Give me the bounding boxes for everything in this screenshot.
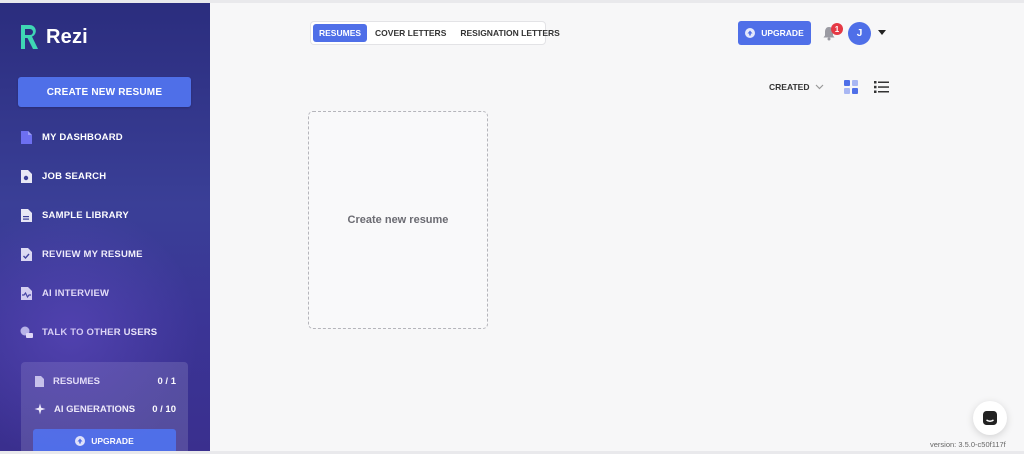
sidebar-item-talk-to-other-users[interactable]: TALK TO OTHER USERS <box>0 313 210 352</box>
review-icon <box>21 248 32 261</box>
logo[interactable]: Rezi <box>18 22 88 52</box>
usage-resumes-label: RESUMES <box>53 375 100 387</box>
sidebar: Rezi CREATE NEW RESUME MY DASHBOARD JOB … <box>0 3 210 451</box>
create-new-resume-card-label: Create new resume <box>347 214 449 226</box>
library-icon <box>21 209 32 222</box>
header-upgrade-button[interactable]: UPGRADE <box>738 21 811 45</box>
document-type-tabs: RESUMES COVER LETTERS RESIGNATION LETTER… <box>310 21 560 45</box>
create-new-resume-card[interactable]: Create new resume <box>308 111 488 329</box>
list-view-icon[interactable] <box>874 80 889 94</box>
usage-resumes: RESUMES 0 / 1 <box>21 371 188 391</box>
version-label: version: 3.5.0-c50f117f <box>930 440 1006 449</box>
chat-icon <box>983 411 997 425</box>
header-upgrade-label: UPGRADE <box>761 28 804 38</box>
job-search-icon <box>21 170 32 183</box>
sidebar-item-label: AI INTERVIEW <box>42 288 110 299</box>
usage-resumes-count: 0 / 1 <box>157 375 177 387</box>
document-icon <box>35 375 44 387</box>
sort-label: CREATED <box>769 82 810 92</box>
sidebar-item-label: MY DASHBOARD <box>42 132 123 143</box>
sidebar-upgrade-button[interactable]: UPGRADE <box>33 429 176 451</box>
sidebar-item-label: REVIEW MY RESUME <box>42 249 143 260</box>
tab-cover-letters[interactable]: COVER LETTERS <box>369 24 452 42</box>
sidebar-upgrade-label: UPGRADE <box>91 436 134 446</box>
chevron-down-icon[interactable] <box>878 30 886 35</box>
brand-name: Rezi <box>46 25 88 48</box>
sidebar-item-ai-interview[interactable]: AI INTERVIEW <box>0 274 210 313</box>
ai-interview-icon <box>21 287 32 300</box>
usage-ai-count: 0 / 10 <box>152 403 176 415</box>
sidebar-item-label: JOB SEARCH <box>42 171 107 182</box>
usage-ai-generations: AI GENERATIONS 0 / 10 <box>21 399 188 419</box>
rezi-logo-icon <box>21 25 38 49</box>
sparkle-icon <box>34 403 46 415</box>
usage-ai-label: AI GENERATIONS <box>54 403 136 415</box>
sidebar-nav: MY DASHBOARD JOB SEARCH SAMPLE LIBRARY R… <box>0 118 210 352</box>
sort-dropdown[interactable]: CREATED <box>769 82 824 92</box>
sidebar-item-label: TALK TO OTHER USERS <box>42 327 158 338</box>
chevron-down-icon <box>816 84 824 90</box>
support-chat-button[interactable] <box>973 401 1007 435</box>
sidebar-item-my-dashboard[interactable]: MY DASHBOARD <box>0 118 210 157</box>
sidebar-item-sample-library[interactable]: SAMPLE LIBRARY <box>0 196 210 235</box>
arrow-up-icon <box>745 28 756 38</box>
grid-view-icon[interactable] <box>844 80 858 94</box>
arrow-up-icon <box>75 436 86 446</box>
notification-badge: 1 <box>831 23 843 35</box>
tab-resumes[interactable]: RESUMES <box>313 24 368 42</box>
sidebar-item-label: SAMPLE LIBRARY <box>42 210 129 221</box>
create-new-resume-button[interactable]: CREATE NEW RESUME <box>18 77 191 107</box>
tab-resignation-letters[interactable]: RESIGNATION LETTERS <box>454 24 566 42</box>
document-icon <box>21 131 32 144</box>
sidebar-item-review-my-resume[interactable]: REVIEW MY RESUME <box>0 235 210 274</box>
avatar[interactable]: J <box>848 22 871 45</box>
sidebar-item-job-search[interactable]: JOB SEARCH <box>0 157 210 196</box>
chat-bubble-icon <box>20 326 33 338</box>
usage-panel: RESUMES 0 / 1 AI GENERATIONS 0 / 10 UPGR… <box>21 362 188 451</box>
